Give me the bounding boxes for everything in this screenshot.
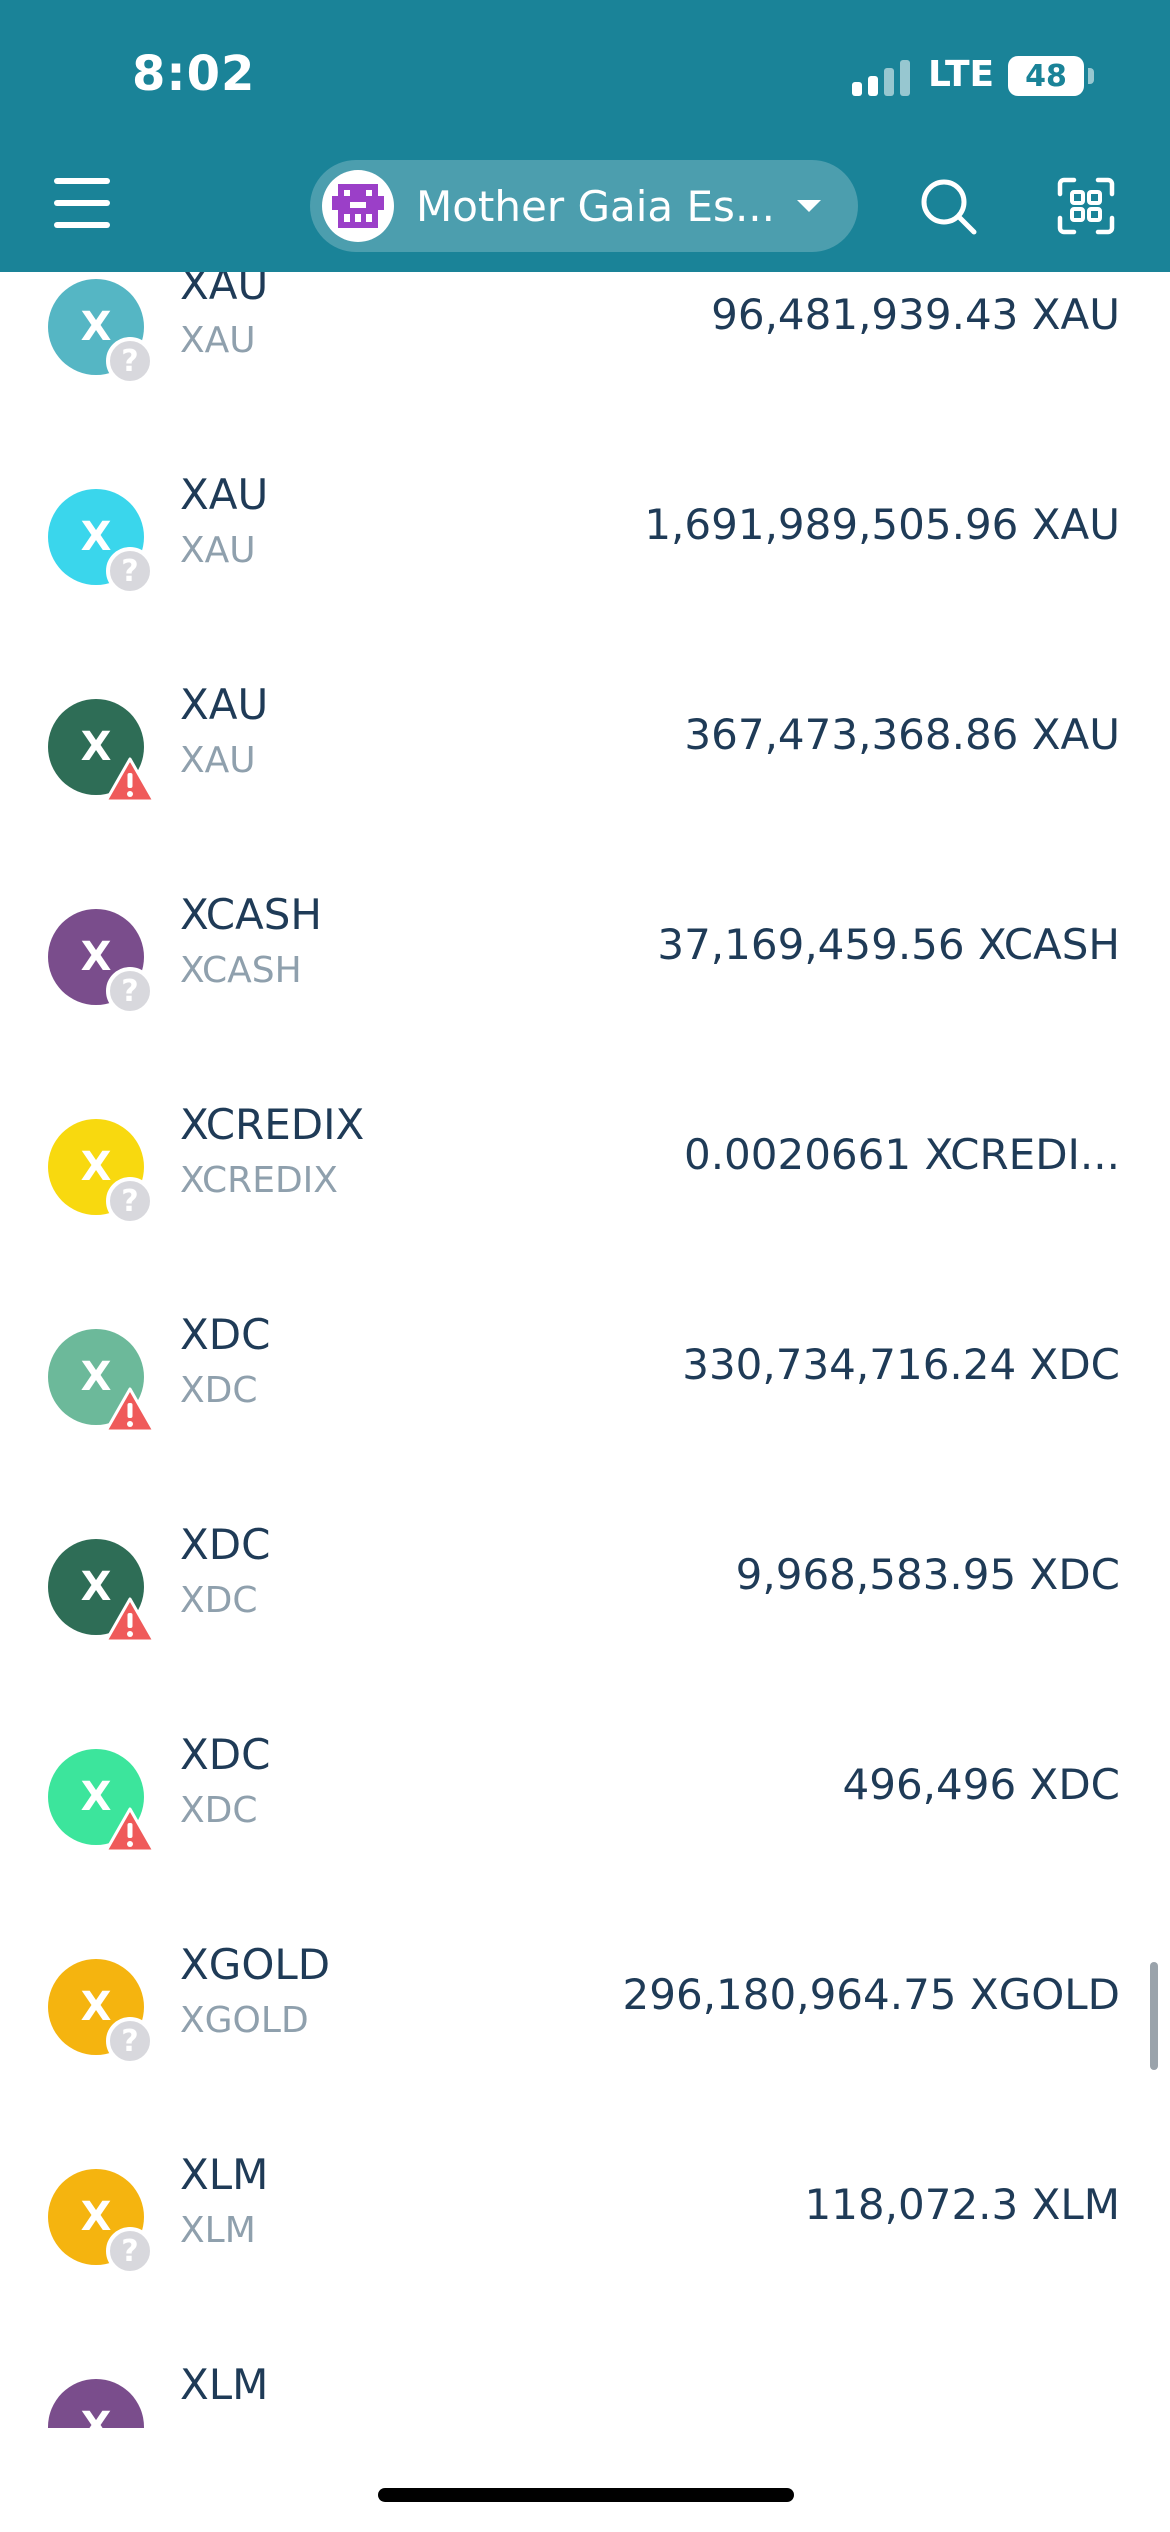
qr-scan-icon[interactable] [1056, 176, 1116, 236]
unverified-question-icon: ? [106, 547, 154, 595]
token-row[interactable]: X XDC XDC 330,734,716.24 XDC [0, 1244, 1170, 1454]
token-row[interactable]: X XDC XDC 496,496 XDC [0, 1664, 1170, 1874]
unverified-question-icon: ? [106, 1177, 154, 1225]
token-name: XDC [180, 1370, 258, 1411]
status-time: 8:02 [132, 46, 256, 102]
token-symbol: XCREDIX [180, 1100, 365, 1149]
token-name: XDC [180, 1790, 258, 1831]
home-indicator[interactable] [378, 2488, 794, 2502]
warning-icon [104, 1597, 156, 1643]
token-name: XLM [180, 2210, 256, 2251]
token-name: XCREDIX [180, 1160, 338, 1201]
token-row[interactable]: X? XCASH XCASH 37,169,459.56 XCASH [0, 824, 1170, 1034]
token-name: XCASH [180, 950, 302, 991]
token-row[interactable]: X XAU XAU 367,473,368.86 XAU [0, 614, 1170, 824]
wallet-avatar [322, 170, 394, 242]
token-row[interactable]: X? XLM XLM 118,072.3 XLM [0, 2084, 1170, 2294]
chevron-down-icon [797, 200, 821, 212]
token-name: XGOLD [180, 2000, 309, 2041]
token-balance: 296,180,964.75 XGOLD [622, 1970, 1120, 2019]
warning-icon [104, 757, 156, 803]
cellular-signal-icon [852, 60, 912, 96]
warning-icon [104, 1387, 156, 1433]
token-balance: 9,968,583.95 XDC [735, 1550, 1120, 1599]
token-balance: 330,734,716.24 XDC [682, 1340, 1120, 1389]
unverified-question-icon: ? [106, 337, 154, 385]
token-list[interactable]: X? XAU XAU 96,481,939.43 XAU X? XAU XAU 1,691,9… [0, 272, 1170, 2428]
token-row[interactable]: X? XAU XAU 1,691,989,505.96 XAU [0, 404, 1170, 614]
token-symbol: XAU [180, 272, 269, 309]
battery-tip [1088, 68, 1094, 84]
unverified-question-icon: ? [106, 2227, 154, 2275]
token-symbol: XAU [180, 680, 269, 729]
token-symbol: XGOLD [180, 1940, 331, 1989]
warning-icon [104, 1807, 156, 1853]
token-name: XAU [180, 740, 256, 781]
token-name: XAU [180, 530, 256, 571]
wallet-selector[interactable]: Mother Gaia Es... [310, 160, 858, 252]
battery-icon: 48 [1008, 56, 1084, 96]
token-row[interactable]: X? XCREDIX XCREDIX 0.0020661 XCREDI... [0, 1034, 1170, 1244]
token-balance: 496,496 XDC [842, 1760, 1120, 1809]
token-symbol: XCASH [180, 890, 323, 939]
unverified-question-icon: ? [106, 2017, 154, 2065]
token-symbol: XLM [180, 2360, 269, 2409]
token-name: XDC [180, 1580, 258, 1621]
search-icon[interactable] [918, 176, 980, 238]
token-row[interactable]: X XLM [0, 2294, 1170, 2428]
token-balance: 96,481,939.43 XAU [711, 290, 1120, 339]
battery-level: 48 [1025, 58, 1067, 94]
hamburger-menu-icon[interactable] [54, 178, 114, 230]
token-balance: 1,691,989,505.96 XAU [644, 500, 1120, 549]
token-balance: 118,072.3 XLM [804, 2180, 1120, 2229]
unverified-question-icon: ? [106, 967, 154, 1015]
top-app-bar: 8:02 LTE 48 Mother Gaia Es... [0, 0, 1170, 272]
scrollbar[interactable] [1150, 1962, 1158, 2070]
token-symbol: XDC [180, 1520, 271, 1569]
token-symbol: XAU [180, 470, 269, 519]
token-logo-icon: X [48, 2379, 144, 2428]
wallet-name: Mother Gaia Es... [416, 181, 775, 231]
token-row[interactable]: X? XGOLD XGOLD 296,180,964.75 XGOLD [0, 1874, 1170, 2084]
token-name: XAU [180, 320, 256, 361]
token-row[interactable]: X? XAU XAU 96,481,939.43 XAU [0, 272, 1170, 404]
token-symbol: XLM [180, 2150, 269, 2199]
token-balance: 367,473,368.86 XAU [684, 710, 1120, 759]
token-symbol: XDC [180, 1310, 271, 1359]
token-symbol: XDC [180, 1730, 271, 1779]
network-type: LTE [928, 54, 995, 95]
token-balance: 37,169,459.56 XCASH [657, 920, 1120, 969]
token-row[interactable]: X XDC XDC 9,968,583.95 XDC [0, 1454, 1170, 1664]
token-balance: 0.0020661 XCREDI... [683, 1130, 1120, 1179]
